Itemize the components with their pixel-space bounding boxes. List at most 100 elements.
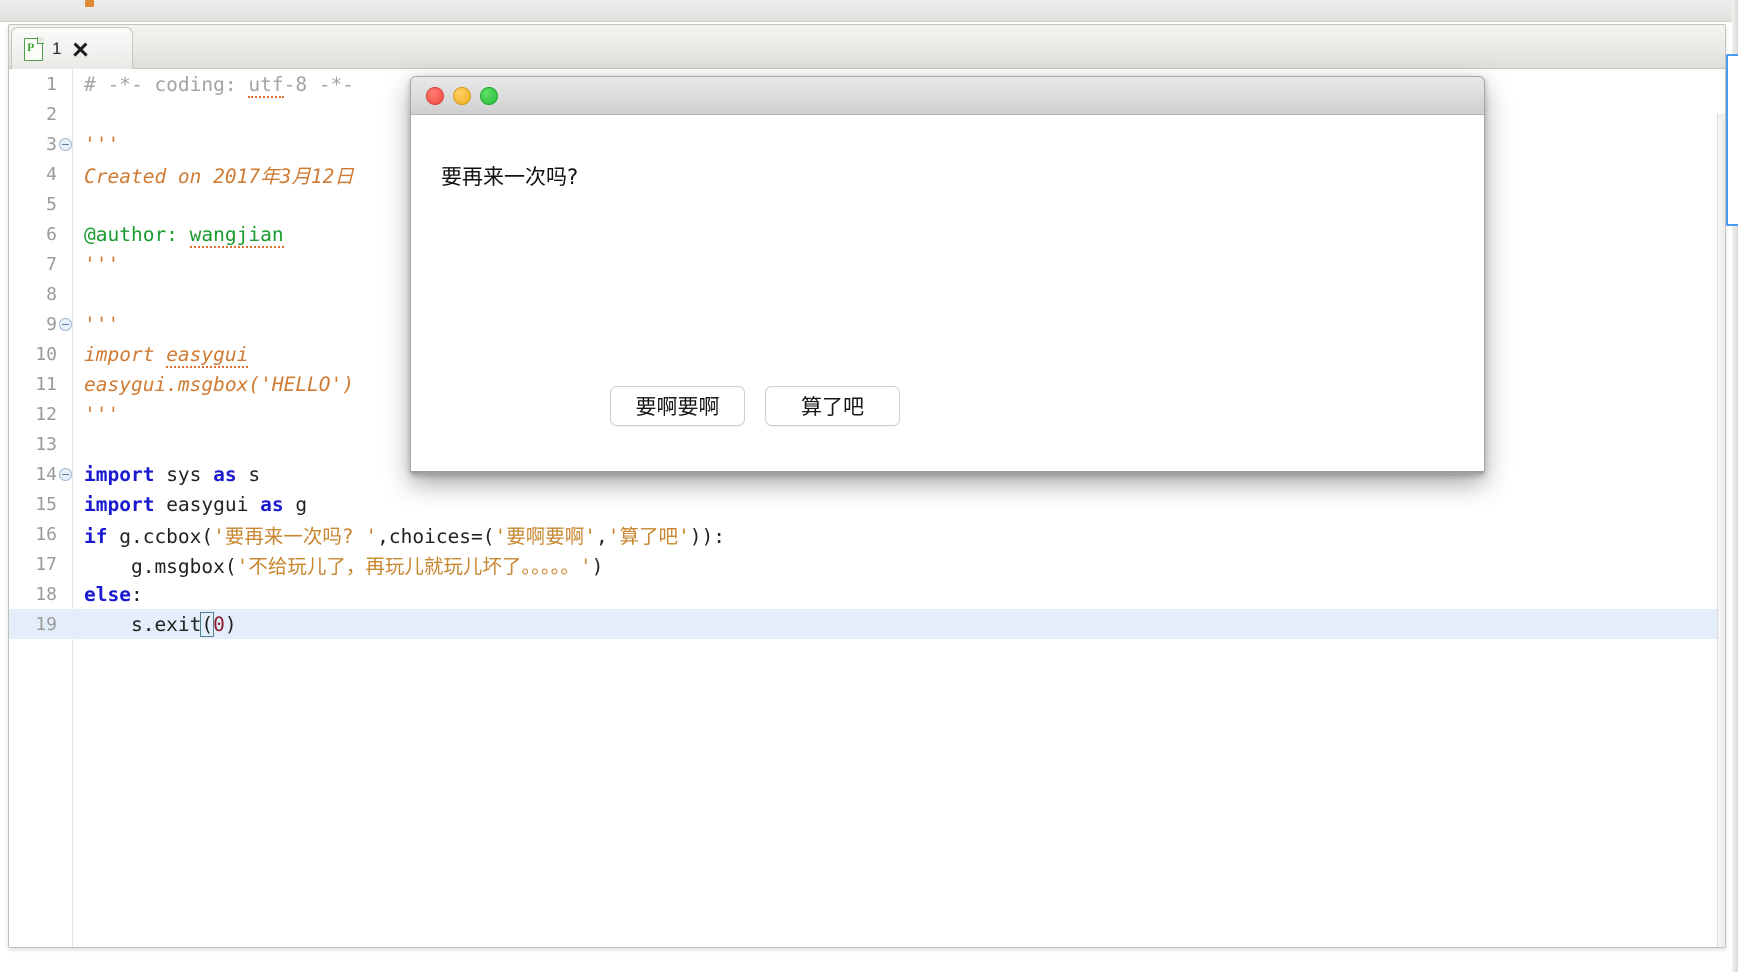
punctuation-token: ,choices=( [377, 524, 495, 548]
fold-slot[interactable] [57, 467, 73, 481]
line-number: 8 [46, 283, 57, 305]
line-number: 7 [46, 253, 57, 275]
string-token: '不给玩儿了，再玩儿就玩儿坏了。。。。。' [236, 554, 592, 578]
line-number: 17 [35, 553, 57, 575]
code-line-text: else: [73, 583, 143, 606]
code-line-text: easygui.msgbox('HELLO') [73, 373, 354, 396]
zoom-light[interactable] [480, 86, 498, 105]
keyword-token: as [213, 462, 237, 486]
keyword-token: else [84, 582, 131, 606]
line-number: 14 [35, 463, 57, 485]
dialog-button-row: 要啊要啊 算了吧 [411, 386, 1484, 426]
code-line: 18 else: [9, 579, 1725, 609]
call-token: g.msgbox( [84, 554, 237, 578]
close-light[interactable] [426, 86, 444, 105]
code-line-text: import easygui as g [73, 493, 307, 516]
docstring-token: import [84, 342, 167, 366]
number-token: 0 [213, 612, 225, 636]
code-line: 16 if g.ccbox('要再来一次吗? ',choices=('要啊要啊'… [9, 519, 1725, 549]
code-line-text: # -*- coding: utf-8 -*- [73, 72, 355, 98]
cancel-button[interactable]: 算了吧 [765, 386, 900, 426]
code-line-text: import sys as s [73, 463, 260, 486]
line-number: 5 [46, 193, 57, 215]
line-number: 9 [46, 313, 57, 335]
comment-token-tail: -8 -*- [283, 72, 355, 96]
code-line-text: s.exit(0) [73, 611, 237, 637]
fold-slot[interactable] [57, 317, 73, 331]
punctuation-token: ) [591, 554, 604, 578]
python-file-icon: P [24, 36, 44, 61]
line-number: 16 [35, 523, 57, 545]
line-number: 19 [35, 613, 57, 635]
dialog-message: 要再来一次吗? [441, 165, 579, 189]
code-line-text: g.msgbox('不给玩儿了，再玩儿就玩儿坏了。。。。。') [73, 550, 603, 579]
call-token: g.ccbox( [107, 524, 214, 548]
fold-collapse-icon[interactable] [58, 317, 72, 331]
confirm-button[interactable]: 要啊要啊 [610, 386, 745, 426]
punctuation-token: ) [224, 612, 237, 636]
line-number: 2 [46, 103, 57, 125]
identifier-token: easygui [154, 492, 261, 516]
identifier-token: s [236, 462, 261, 486]
comment-token: # -*- coding: [84, 72, 249, 96]
focused-panel-sliver[interactable] [1726, 54, 1738, 226]
docstring-token: ''' [84, 252, 120, 276]
desktop: P 1 1 # -*- coding: utf-8 -*- 2 3 ''' 4 … [0, 0, 1738, 972]
code-line-text: ''' [73, 313, 119, 336]
tab-label: 1 [52, 39, 62, 58]
code-line-text: ''' [73, 253, 119, 276]
call-token: s.exit [84, 612, 202, 636]
line-number: 12 [35, 403, 57, 425]
fold-collapse-icon[interactable] [58, 137, 72, 151]
matching-bracket: ( [200, 611, 215, 637]
menu-indicator-dot [85, 0, 94, 7]
code-line: 17 g.msgbox('不给玩儿了，再玩儿就玩儿坏了。。。。。') [9, 549, 1725, 579]
identifier-token: sys [154, 462, 214, 486]
line-number: 11 [35, 373, 57, 395]
line-number: 3 [46, 133, 57, 155]
keyword-token: import [84, 492, 155, 516]
keyword-token: import [84, 462, 155, 486]
line-number: 15 [35, 493, 57, 515]
string-token: '要再来一次吗? ' [213, 524, 378, 548]
tab-python-file[interactable]: P 1 [11, 27, 133, 70]
line-number: 1 [46, 73, 57, 95]
misspelled-token: utf [248, 72, 284, 98]
fold-slot[interactable] [57, 137, 73, 151]
code-line: 15 import easygui as g [9, 489, 1725, 519]
line-number: 13 [35, 433, 57, 455]
identifier-token: g [283, 492, 308, 516]
close-icon[interactable] [69, 39, 92, 59]
code-line-text: @author: wangjian [73, 222, 284, 248]
line-number: 18 [35, 583, 57, 605]
line-number: 10 [35, 343, 57, 365]
string-token: '要啊要啊' [494, 524, 597, 548]
code-line-current: 19 s.exit(0) [9, 609, 1725, 639]
string-token: '算了吧' [607, 524, 690, 548]
code-line-text: Created on 2017年3月12日 [73, 160, 354, 189]
docstring-token: ''' [84, 312, 120, 336]
code-line-text: import easygui [73, 342, 249, 368]
punctuation-token: )): [689, 524, 725, 548]
punctuation-token: , [596, 524, 608, 548]
python-file-icon-letter: P [27, 39, 35, 54]
easygui-dialog: 要再来一次吗? 要啊要啊 算了吧 [410, 76, 1485, 474]
code-line-text: ''' [73, 133, 119, 156]
line-number: 6 [46, 223, 57, 245]
docstring-token: ''' [84, 402, 120, 426]
fold-collapse-icon[interactable] [58, 467, 72, 481]
dialog-body: 要再来一次吗? 要啊要啊 算了吧 [411, 115, 1484, 473]
editor-vertical-scrollbar[interactable] [1717, 113, 1725, 947]
keyword-token: as [260, 492, 284, 516]
code-line-text: ''' [73, 403, 119, 426]
dialog-titlebar[interactable] [411, 77, 1484, 115]
docstring-token: ''' [84, 132, 120, 156]
tab-bar: P 1 [9, 25, 1725, 70]
docstring-token: easygui.msgbox('HELLO') [84, 372, 355, 396]
misspelled-token: wangjian [189, 222, 284, 248]
misspelled-token: easygui [166, 342, 249, 368]
dialog-bottom-rule [411, 471, 1484, 473]
keyword-token: if [84, 524, 108, 548]
minimize-light[interactable] [453, 86, 471, 105]
menu-strip [0, 0, 1738, 22]
